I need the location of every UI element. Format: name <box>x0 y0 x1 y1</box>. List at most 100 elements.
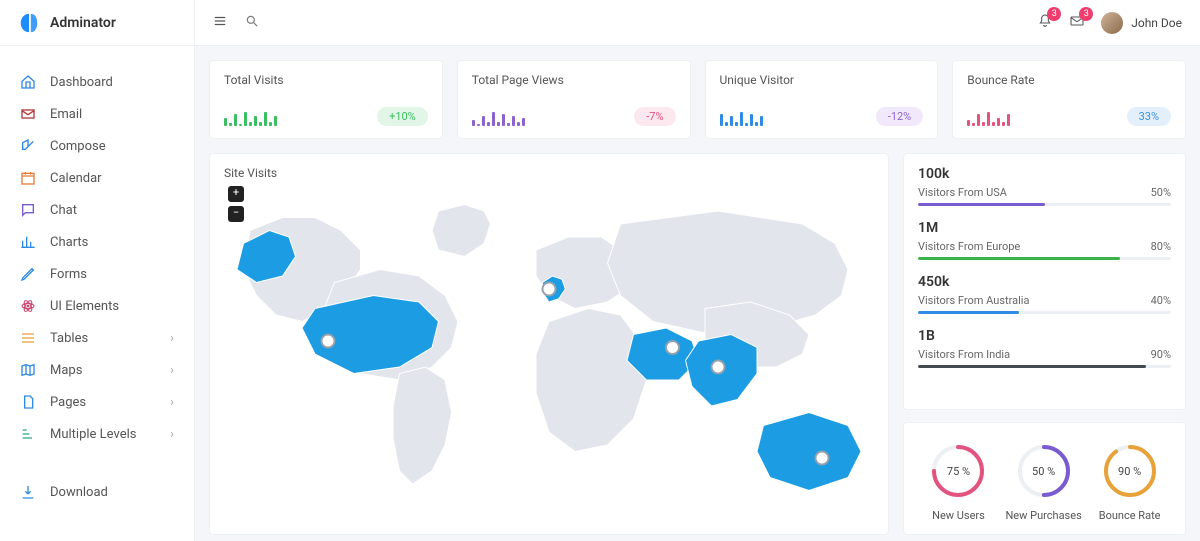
kpi-card-bounce-rate: Bounce Rate 33% <box>952 60 1186 139</box>
region-metric: 1M Visitors From Europe 80% <box>918 220 1171 260</box>
sidebar-item-label: Tables <box>50 331 156 346</box>
topbar: 3 3 John Doe <box>195 0 1200 46</box>
compose-icon <box>20 138 36 154</box>
region-metric: 450k Visitors From Australia 40% <box>918 274 1171 314</box>
metric-label: Visitors From Europe <box>918 240 1020 253</box>
kpi-change-pill: 33% <box>1127 107 1171 126</box>
progress-bar <box>918 257 1171 260</box>
metric-value: 450k <box>918 274 1171 290</box>
gauge-label: Bounce Rate <box>1099 509 1161 522</box>
mail-badge: 3 <box>1079 7 1093 21</box>
sidebar-item-maps[interactable]: Maps › <box>0 354 194 386</box>
sidebar-item-chat[interactable]: Chat <box>0 194 194 226</box>
kpi-title: Unique Visitor <box>720 73 924 87</box>
pencil-icon <box>20 266 36 282</box>
mail-icon[interactable]: 3 <box>1069 13 1085 33</box>
sidebar-item-download[interactable]: Download <box>0 476 194 508</box>
kpi-card-total-page-views: Total Page Views-7% <box>457 60 691 139</box>
sidebar-item-charts[interactable]: Charts <box>0 226 194 258</box>
sidebar-item-label: Download <box>50 485 174 500</box>
kpi-title: Bounce Rate <box>967 73 1171 87</box>
kpi-change-pill: +10% <box>377 107 428 126</box>
metric-percent: 80% <box>1151 240 1171 253</box>
sparkline-icon <box>224 108 277 126</box>
sidebar-item-label: Multiple Levels <box>50 427 156 442</box>
kpi-card-total-visits: Total Visits +10% <box>209 60 443 139</box>
world-map[interactable] <box>224 186 874 522</box>
brand[interactable]: Adminator <box>0 0 194 46</box>
sidebar-item-compose[interactable]: Compose <box>0 130 194 162</box>
progress-bar <box>918 203 1171 206</box>
menu-toggle-icon[interactable] <box>213 14 227 32</box>
kpi-title: Total Visits <box>224 73 428 87</box>
table-icon <box>20 330 36 346</box>
sidebar-item-multiple-levels[interactable]: Multiple Levels › <box>0 418 194 450</box>
sidebar-item-label: Charts <box>50 235 174 250</box>
metric-value: 100k <box>918 166 1171 182</box>
gauge-new-users: 75 %New Users <box>928 441 988 522</box>
gauge-value: 50 % <box>1032 465 1055 478</box>
mail-icon <box>20 106 36 122</box>
kpi-card-unique-visitor: Unique Visitor -12% <box>705 60 939 139</box>
region-metric: 100kVisitors From USA50% <box>918 166 1171 206</box>
sidebar-item-email[interactable]: Email <box>0 98 194 130</box>
atom-icon <box>20 298 36 314</box>
sidebar-item-label: Pages <box>50 395 156 410</box>
brand-name: Adminator <box>50 15 116 31</box>
sidebar-item-ui-elements[interactable]: UI Elements <box>0 290 194 322</box>
user-menu[interactable]: John Doe <box>1101 12 1182 34</box>
progress-bar <box>918 365 1171 368</box>
avatar <box>1101 12 1123 34</box>
sidebar: Adminator Dashboard Email Compose Calendar C… <box>0 0 195 541</box>
sidebar-item-label: Forms <box>50 267 174 282</box>
brand-logo-icon <box>18 12 40 34</box>
sidebar-item-label: Calendar <box>50 171 174 186</box>
user-name: John Doe <box>1131 16 1182 30</box>
chevron-right-icon: › <box>170 331 174 346</box>
download-icon <box>20 484 36 500</box>
sparkline-icon <box>967 108 1010 126</box>
sidebar-item-pages[interactable]: Pages› <box>0 386 194 418</box>
sidebar-item-label: Email <box>50 107 174 122</box>
notification-bell-icon[interactable]: 3 <box>1037 13 1053 33</box>
gauge-bounce-rate: 90 % Bounce Rate <box>1099 441 1161 522</box>
gauges-card: 75 %New Users 50 % New Purchases 90 % Bounce… <box>903 422 1186 535</box>
chevron-right-icon: › <box>170 427 174 442</box>
metric-value: 1B <box>918 328 1171 344</box>
kpi-change-pill: -7% <box>634 107 675 126</box>
kpi-change-pill: -12% <box>876 107 923 126</box>
gauge-new-purchases: 50 % New Purchases <box>1005 441 1081 522</box>
sidebar-item-label: Dashboard <box>50 75 174 90</box>
sidebar-item-label: Maps <box>50 363 156 378</box>
sidebar-item-label: Chat <box>50 203 174 218</box>
map-zoom-controls: + − <box>228 186 246 226</box>
nav-list: Dashboard Email Compose Calendar Chat Charts F… <box>0 46 194 508</box>
levels-icon <box>20 426 36 442</box>
metric-percent: 40% <box>1151 294 1171 307</box>
chat-icon <box>20 202 36 218</box>
metric-percent: 90% <box>1151 348 1171 361</box>
map-icon <box>20 362 36 378</box>
sidebar-item-tables[interactable]: Tables › <box>0 322 194 354</box>
metric-label: Visitors From Australia <box>918 294 1029 307</box>
pages-icon <box>20 394 36 410</box>
metric-value: 1M <box>918 220 1171 236</box>
zoom-out-button[interactable]: − <box>228 206 244 222</box>
sidebar-item-label: UI Elements <box>50 299 174 314</box>
visitors-by-region-card: 100kVisitors From USA50% 1M Visitors From … <box>903 153 1186 410</box>
zoom-in-button[interactable]: + <box>228 186 244 202</box>
sparkline-icon <box>472 108 525 126</box>
chart-icon <box>20 234 36 250</box>
search-icon[interactable] <box>245 14 259 32</box>
sidebar-item-calendar[interactable]: Calendar <box>0 162 194 194</box>
gauge-value: 90 % <box>1118 465 1141 478</box>
chevron-right-icon: › <box>170 363 174 378</box>
gauge-label: New Purchases <box>1005 509 1081 522</box>
sidebar-item-dashboard[interactable]: Dashboard <box>0 66 194 98</box>
gauge-value: 75 % <box>947 465 970 478</box>
metric-label: Visitors From India <box>918 348 1010 361</box>
metric-percent: 50% <box>1151 186 1171 199</box>
progress-bar <box>918 311 1171 314</box>
sidebar-item-forms[interactable]: Forms <box>0 258 194 290</box>
notification-badge: 3 <box>1047 7 1061 21</box>
